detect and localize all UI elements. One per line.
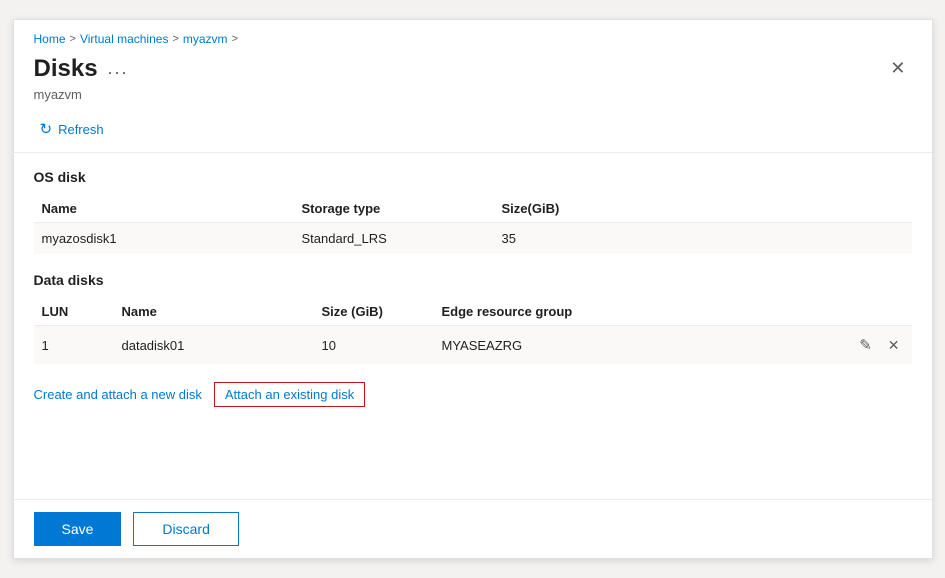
breadcrumb-home[interactable]: Home xyxy=(34,32,66,46)
os-disk-name: myazosdisk1 xyxy=(34,223,294,255)
create-attach-new-disk-link[interactable]: Create and attach a new disk xyxy=(34,385,202,404)
data-disks-section-title: Data disks xyxy=(34,272,912,288)
breadcrumb-myazvm[interactable]: myazvm xyxy=(183,32,228,46)
os-disk-table: Name Storage type Size(GiB) myazosdisk1 … xyxy=(34,195,912,254)
subtitle: myazvm xyxy=(14,87,932,110)
data-disk-col-name: Name xyxy=(114,298,314,326)
row-action-icons: ✎ ✕ xyxy=(855,334,903,356)
attach-existing-disk-button[interactable]: Attach an existing disk xyxy=(214,382,365,407)
header-row: Disks ... ✕ xyxy=(14,50,932,87)
os-disk-section-title: OS disk xyxy=(34,169,912,185)
disks-panel: Home > Virtual machines > myazvm > Disks… xyxy=(13,19,933,559)
header-left: Disks ... xyxy=(34,55,129,83)
edit-icon: ✎ xyxy=(859,337,872,354)
close-button[interactable]: ✕ xyxy=(884,54,911,83)
data-disk-name[interactable]: datadisk01 xyxy=(114,326,314,365)
data-disk-col-lun: LUN xyxy=(34,298,114,326)
refresh-icon: ↻ xyxy=(40,120,53,138)
refresh-label: Refresh xyxy=(58,122,104,137)
content-area: OS disk Name Storage type Size(GiB) myaz… xyxy=(14,153,932,499)
os-disk-col-name: Name xyxy=(34,195,294,223)
discard-button[interactable]: Discard xyxy=(133,512,238,546)
data-disks-table: LUN Name Size (GiB) Edge resource group … xyxy=(34,298,912,364)
table-row: 1 datadisk01 10 MYASEAZRG ✎ ✕ xyxy=(34,326,912,365)
edge-rg-value: MYASEAZRG xyxy=(442,338,523,353)
data-disk-lun: 1 xyxy=(34,326,114,365)
breadcrumb: Home > Virtual machines > myazvm > xyxy=(14,20,932,50)
table-row: myazosdisk1 Standard_LRS 35 xyxy=(34,223,912,255)
os-disk-storage-type: Standard_LRS xyxy=(294,223,494,255)
os-disk-size: 35 xyxy=(494,223,912,255)
os-disk-col-storage: Storage type xyxy=(294,195,494,223)
page-title: Disks xyxy=(34,55,98,83)
toolbar: ↻ Refresh xyxy=(14,110,932,153)
delete-disk-button[interactable]: ✕ xyxy=(884,335,904,356)
data-disk-col-edge: Edge resource group xyxy=(434,298,912,326)
action-row: Create and attach a new disk Attach an e… xyxy=(34,382,912,407)
refresh-button[interactable]: ↻ Refresh xyxy=(34,116,110,142)
data-disk-edge-resource-group: MYASEAZRG ✎ ✕ xyxy=(434,326,912,365)
edit-disk-button[interactable]: ✎ xyxy=(855,334,876,356)
ellipsis-menu[interactable]: ... xyxy=(108,58,129,79)
breadcrumb-sep-3: > xyxy=(232,33,238,45)
save-button[interactable]: Save xyxy=(34,512,122,546)
breadcrumb-virtual-machines[interactable]: Virtual machines xyxy=(80,32,169,46)
delete-icon: ✕ xyxy=(888,337,900,353)
os-disk-col-size: Size(GiB) xyxy=(494,195,912,223)
data-disk-size: 10 xyxy=(314,326,434,365)
breadcrumb-sep-1: > xyxy=(70,33,76,45)
footer: Save Discard xyxy=(14,499,932,558)
data-disk-col-size: Size (GiB) xyxy=(314,298,434,326)
breadcrumb-sep-2: > xyxy=(172,33,178,45)
